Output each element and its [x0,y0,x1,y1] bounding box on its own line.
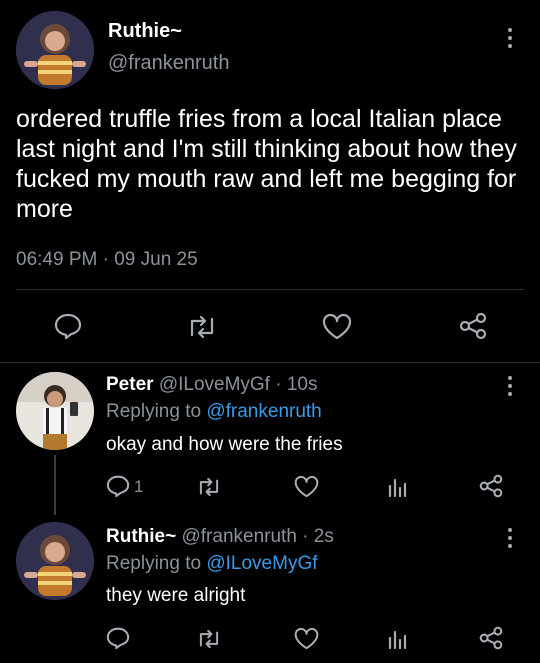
replying-to: Replying to @frankenruth [106,401,322,423]
main-tweet-text: ordered truffle fries from a local Itali… [16,105,517,223]
reply-icon[interactable] [54,313,82,339]
tweet-time: 06:49 PM [16,249,98,270]
retweet-icon[interactable] [196,477,222,497]
more-icon[interactable] [508,376,514,396]
divider [0,362,540,363]
share-icon[interactable] [478,474,504,498]
replying-to-handle[interactable]: @ILoveMyGf [206,553,317,574]
reply-thread-line [54,455,56,515]
main-avatar[interactable] [16,11,94,89]
more-icon[interactable] [508,28,514,48]
reply-icon[interactable] [106,627,130,649]
reply-avatar[interactable] [16,372,94,450]
reply-text: okay and how were the fries [106,434,343,455]
tweet-date: 09 Jun 25 [114,249,198,270]
reply-display-name[interactable]: Ruthie~ [106,526,176,547]
share-icon[interactable] [478,626,504,650]
reply-text: they were alright [106,585,246,606]
reply-count: 1 [134,477,144,496]
like-icon[interactable] [294,475,319,498]
reply-display-name[interactable]: Peter [106,374,154,395]
analytics-icon[interactable] [388,628,408,650]
replying-to-prefix: Replying to [106,401,202,422]
timestamp-separator: · [102,249,109,270]
tweet-timestamp[interactable]: 06:49 PM · 09 Jun 25 [16,249,198,271]
main-display-name[interactable]: Ruthie~ [108,20,182,43]
reply-handle-meta[interactable]: @frankenruth · 2s [181,526,333,547]
more-icon[interactable] [508,528,514,548]
like-icon[interactable] [322,313,352,340]
reply-icon[interactable] [106,475,130,497]
share-icon[interactable] [458,312,488,340]
analytics-icon[interactable] [388,476,408,498]
reply-avatar[interactable] [16,522,94,600]
replying-to-prefix: Replying to [106,553,202,574]
replying-to: Replying to @ILoveMyGf [106,553,318,575]
main-handle[interactable]: @frankenruth [108,52,229,75]
retweet-icon[interactable] [196,629,222,649]
replying-to-handle[interactable]: @frankenruth [206,401,321,422]
reply-header: Ruthie~ @frankenruth · 2s [106,526,334,548]
reply-header: Peter @ILoveMyGf · 10s [106,374,317,396]
like-icon[interactable] [294,627,319,650]
reply-handle-meta[interactable]: @ILoveMyGf · 10s [159,374,318,395]
retweet-icon[interactable] [186,315,218,339]
divider [16,289,524,290]
